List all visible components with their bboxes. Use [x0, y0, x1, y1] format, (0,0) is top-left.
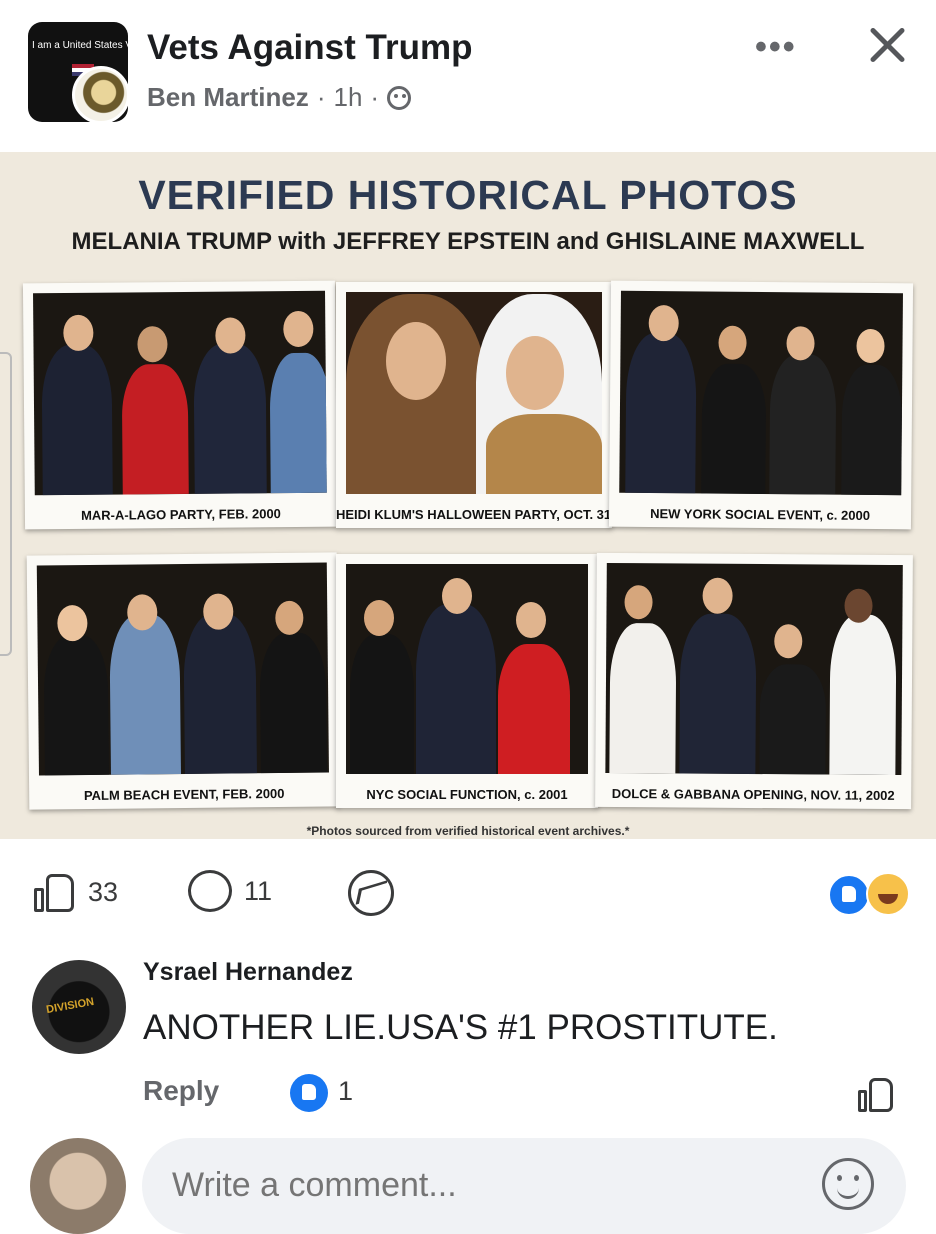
- reply-button[interactable]: Reply: [143, 1075, 219, 1107]
- audience-icon[interactable]: [387, 85, 412, 110]
- photo-2: HEIDI KLUM'S HALLOWEEN PARTY, OCT. 31, 2…: [336, 282, 648, 528]
- author-avatar[interactable]: [72, 66, 130, 124]
- comment-like-reaction-icon[interactable]: [290, 1074, 328, 1112]
- photo-6: DOLCE & GABBANA OPENING, NOV. 11, 2002: [595, 552, 913, 810]
- comment-count: 11: [244, 875, 273, 906]
- commenter-avatar[interactable]: DIVISION: [32, 960, 126, 1054]
- comment-text: ANOTHER LIE.USA'S #1 PROSTITUTE.: [143, 1008, 778, 1047]
- photo-2-image: [346, 292, 602, 494]
- comment-thumbs-up-icon[interactable]: [858, 1076, 894, 1114]
- post-meta: Ben Martinez · 1h ·: [147, 82, 412, 113]
- close-icon[interactable]: [862, 20, 912, 70]
- image-title: VERIFIED HISTORICAL PHOTOS: [138, 172, 798, 218]
- post-header: I am a United States Veteran. Vets Again…: [0, 0, 936, 150]
- scroll-edge-indicator: [0, 352, 12, 656]
- like-reaction-icon[interactable]: [828, 874, 870, 916]
- photo-4-image: [36, 562, 329, 776]
- image-footnote: *Photos sourced from verified historical…: [306, 824, 630, 838]
- photo-3-caption: NEW YORK SOCIAL EVENT, c. 2000: [650, 506, 871, 523]
- image-subtitle: MELANIA TRUMP with JEFFREY EPSTEIN and G…: [71, 228, 865, 255]
- more-options-button[interactable]: •••: [755, 28, 797, 67]
- post-image[interactable]: VERIFIED HISTORICAL PHOTOS MELANIA TRUMP…: [0, 152, 936, 839]
- photo-4-caption: PALM BEACH EVENT, FEB. 2000: [83, 785, 285, 804]
- meta-separator: ·: [316, 82, 326, 112]
- messenger-share-icon[interactable]: [348, 870, 394, 916]
- photo-2-caption: HEIDI KLUM'S HALLOWEEN PARTY, OCT. 31, 2…: [336, 507, 648, 522]
- group-name[interactable]: Vets Against Trump: [147, 28, 472, 68]
- photo-6-caption: DOLCE & GABBANA OPENING, NOV. 11, 2002: [611, 786, 895, 803]
- meta-separator: ·: [370, 82, 380, 112]
- comment-composer[interactable]: [142, 1138, 906, 1234]
- like-count: 33: [88, 876, 119, 907]
- author-name[interactable]: Ben Martinez: [147, 82, 309, 113]
- my-avatar[interactable]: [30, 1138, 126, 1234]
- photo-4: PALM BEACH EVENT, FEB. 2000: [26, 552, 340, 810]
- photo-1-image: [33, 290, 327, 496]
- photo-1: MAR-A-LAGO PARTY, FEB. 2000: [22, 280, 338, 530]
- comment-input[interactable]: [172, 1166, 772, 1205]
- group-avatar-text: I am a United States Veteran.: [32, 40, 128, 51]
- thumbs-up-icon: [32, 870, 76, 914]
- photo-5: NYC SOCIAL FUNCTION, c. 2001: [336, 554, 598, 808]
- photo-5-image: [346, 564, 588, 774]
- emoji-icon[interactable]: [822, 1158, 874, 1210]
- haha-reaction-icon[interactable]: [866, 872, 910, 916]
- photo-6-image: [605, 562, 903, 776]
- comment-like-count: 1: [338, 1076, 354, 1106]
- like-button[interactable]: 33: [32, 870, 118, 914]
- comment-bubble-icon: [188, 870, 232, 912]
- commenter-name[interactable]: Ysrael Hernandez: [143, 958, 353, 987]
- commenter-avatar-badge: DIVISION: [45, 995, 95, 1017]
- post-time[interactable]: 1h: [333, 82, 362, 113]
- comment-button[interactable]: 11: [188, 870, 272, 912]
- photo-5-caption: NYC SOCIAL FUNCTION, c. 2001: [366, 787, 568, 802]
- photo-3-image: [619, 290, 903, 496]
- photo-1-caption: MAR-A-LAGO PARTY, FEB. 2000: [80, 506, 281, 523]
- photo-3: NEW YORK SOCIAL EVENT, c. 2000: [608, 280, 914, 530]
- post-actions: 33 11: [0, 860, 936, 930]
